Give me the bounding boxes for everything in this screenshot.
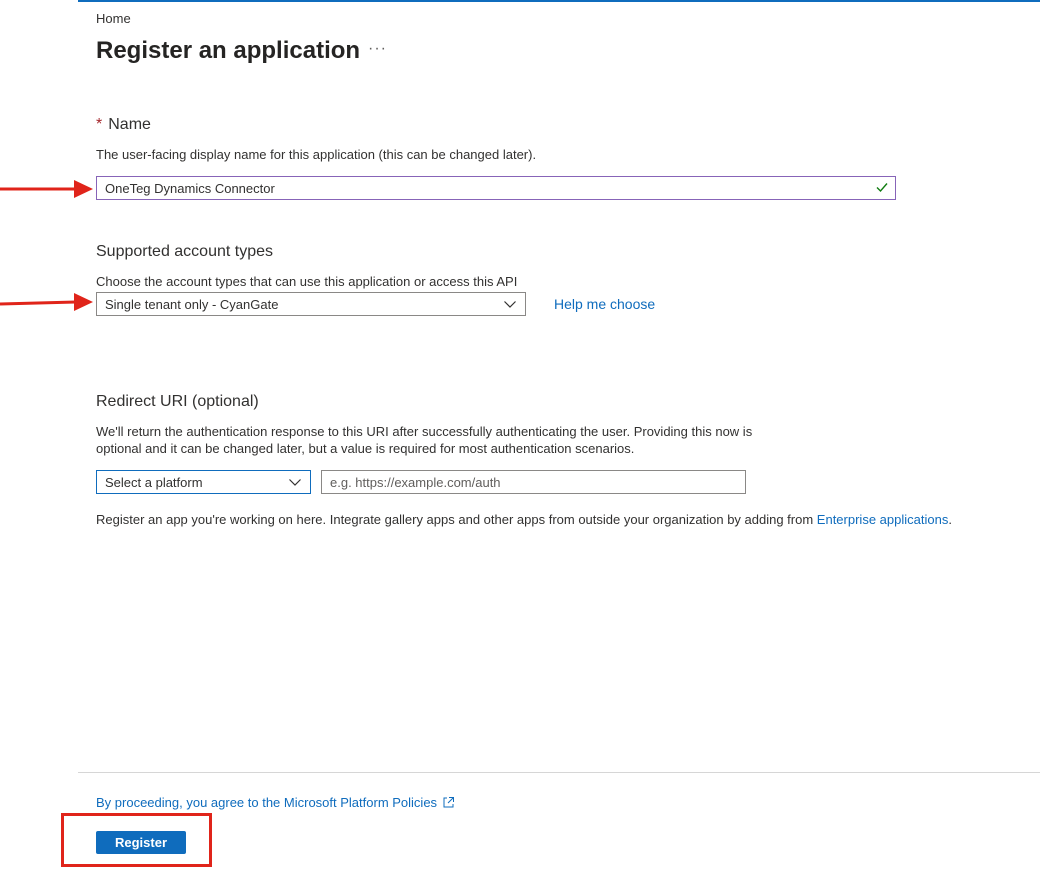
- chevron-down-icon: [289, 479, 301, 486]
- help-me-choose-link[interactable]: Help me choose: [554, 296, 655, 312]
- register-app-page: Home Register an application ··· * Name T…: [0, 0, 1040, 871]
- redirect-uri-label: Redirect URI (optional): [96, 393, 259, 410]
- name-label-text: Name: [108, 116, 151, 133]
- account-type-selected: Single tenant only - CyanGate: [105, 296, 279, 312]
- redirect-uri-placeholder: e.g. https://example.com/auth: [330, 474, 501, 490]
- register-highlight-box: [61, 813, 212, 867]
- platform-selected: Select a platform: [105, 474, 203, 490]
- account-type-dropdown[interactable]: Single tenant only - CyanGate: [96, 292, 526, 316]
- external-link-icon: [443, 797, 455, 808]
- more-options-icon[interactable]: ···: [368, 40, 387, 58]
- arrow-right-icon: [0, 180, 93, 198]
- breadcrumb-home[interactable]: Home: [96, 11, 131, 26]
- name-input-value: OneTeg Dynamics Connector: [105, 180, 275, 196]
- enterprise-applications-link[interactable]: Enterprise applications: [817, 512, 949, 527]
- platform-policies-text: By proceeding, you agree to the Microsof…: [96, 795, 438, 810]
- redirect-uri-description-line1: We'll return the authentication response…: [96, 424, 753, 439]
- required-marker: *: [96, 116, 103, 133]
- platform-policies-link[interactable]: By proceeding, you agree to the Microsof…: [96, 795, 455, 810]
- page-title: Register an application: [96, 37, 361, 64]
- register-note-suffix: .: [948, 512, 952, 527]
- breadcrumb[interactable]: Home: [96, 11, 131, 26]
- top-accent-line: [78, 0, 1040, 2]
- register-note: Register an app you're working on here. …: [96, 511, 952, 528]
- arrow-right-icon: [0, 293, 93, 311]
- chevron-down-icon: [504, 301, 516, 308]
- footer-divider: [78, 772, 1040, 773]
- redirect-uri-input[interactable]: e.g. https://example.com/auth: [321, 470, 746, 494]
- name-label: * Name: [96, 116, 151, 134]
- account-types-description: Choose the account types that can use th…: [96, 274, 518, 289]
- account-types-label: Supported account types: [96, 243, 274, 260]
- checkmark-icon: [876, 183, 888, 193]
- redirect-uri-description-line2: optional and it can be changed later, bu…: [96, 441, 635, 456]
- platform-dropdown[interactable]: Select a platform: [96, 470, 311, 494]
- name-input[interactable]: OneTeg Dynamics Connector: [96, 176, 896, 200]
- name-description: The user-facing display name for this ap…: [96, 147, 537, 162]
- register-note-text: Register an app you're working on here. …: [96, 512, 817, 527]
